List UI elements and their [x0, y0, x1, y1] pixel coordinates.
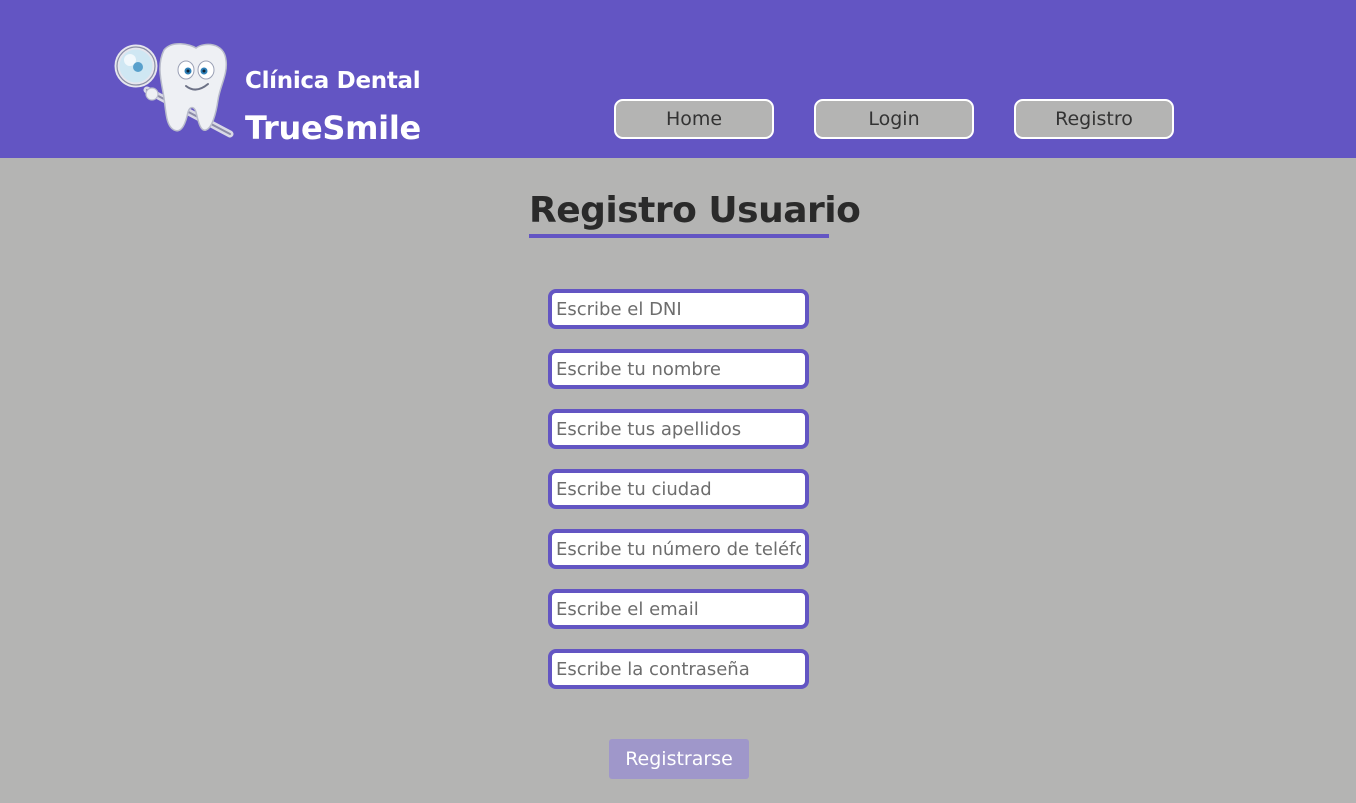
dni-input[interactable]	[548, 289, 809, 329]
telefono-input[interactable]	[548, 529, 809, 569]
nav-registro-button[interactable]: Registro	[1014, 99, 1174, 139]
registrarse-button[interactable]: Registrarse	[609, 739, 749, 779]
brand-name: TrueSmile	[245, 109, 421, 147]
email-input[interactable]	[548, 589, 809, 629]
brand-subtitle: Clínica Dental	[245, 68, 421, 94]
tooth-mascot-icon[interactable]	[112, 38, 236, 138]
ciudad-input[interactable]	[548, 469, 809, 509]
site-header: Clínica Dental TrueSmile Home Login Regi…	[0, 0, 1356, 158]
nav-login-button[interactable]: Login	[814, 99, 974, 139]
page-title: Registro Usuario	[529, 190, 861, 231]
nombre-input[interactable]	[548, 349, 809, 389]
title-underline	[529, 234, 829, 238]
apellidos-input[interactable]	[548, 409, 809, 449]
nav-home-button[interactable]: Home	[614, 99, 774, 139]
password-input[interactable]	[548, 649, 809, 689]
